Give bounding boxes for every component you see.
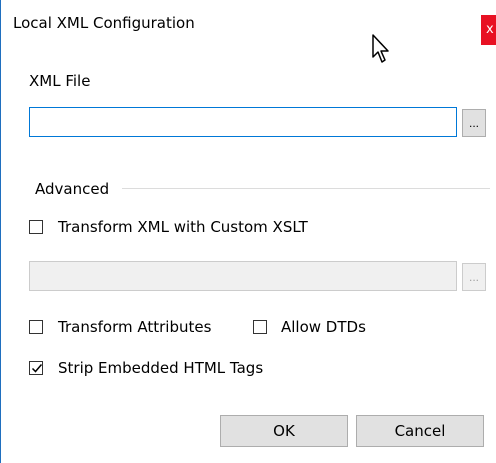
advanced-group-label: Advanced [35, 180, 110, 198]
transform-xml-label[interactable]: Transform XML with Custom XSLT [58, 218, 308, 236]
dialog-title: Local XML Configuration [13, 14, 195, 32]
close-icon: x [486, 22, 494, 37]
strip-html-label[interactable]: Strip Embedded HTML Tags [58, 359, 263, 377]
allow-dtds-label[interactable]: Allow DTDs [281, 318, 366, 336]
cancel-button[interactable]: Cancel [356, 415, 484, 447]
ok-button[interactable]: OK [220, 415, 348, 447]
transform-xml-checkbox[interactable] [29, 220, 43, 234]
transform-attributes-label[interactable]: Transform Attributes [58, 318, 211, 336]
local-xml-configuration-dialog: Local XML Configuration x XML File ... A… [0, 0, 496, 463]
checkmark-icon [31, 364, 43, 373]
transform-attributes-checkbox[interactable] [29, 320, 43, 334]
xml-file-browse-button[interactable]: ... [462, 109, 486, 137]
allow-dtds-checkbox[interactable] [253, 320, 267, 334]
mouse-cursor-icon [372, 34, 389, 63]
xml-file-label: XML File [29, 72, 91, 90]
xml-file-input[interactable] [29, 107, 457, 137]
xslt-path-input[interactable] [29, 261, 457, 291]
advanced-group-divider [122, 188, 490, 189]
dialog-titlebar: Local XML Configuration x [1, 0, 496, 45]
strip-html-checkbox[interactable] [29, 361, 43, 375]
xslt-browse-button[interactable]: ... [462, 263, 486, 291]
close-button[interactable]: x [481, 15, 496, 45]
